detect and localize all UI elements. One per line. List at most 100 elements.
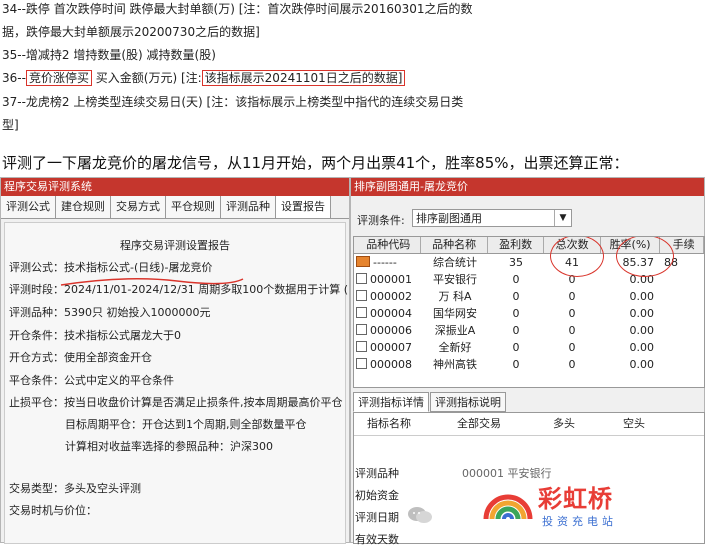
cell-rate: 0.00 (629, 307, 655, 320)
rainbow-logo-icon (483, 494, 533, 520)
cell-fee (660, 271, 704, 288)
line-36-mid: 买入金额(万元) [注: (91, 71, 202, 85)
report-line: 开仓方式：使用全部资金开仓 (9, 351, 152, 364)
brand-tagline: 投资充电站 (542, 515, 617, 528)
cell-win: 35 (509, 256, 523, 269)
cell-rate: 0.00 (629, 358, 655, 371)
text-line-35: 35--增减持2 增持数量(股) 减持数量(股) (2, 48, 216, 62)
tab-bar: 评测公式 建仓规则 交易方式 平仓规则 评测品种 设置报告 (1, 196, 349, 219)
cell-win: 0 (512, 273, 520, 286)
cell-total: 0 (568, 290, 576, 303)
table-row[interactable]: 000004 国华网安 0 0 0.00 (354, 305, 704, 322)
cell-rate: 0.00 (629, 341, 655, 354)
tab-trade-mode[interactable]: 交易方式 (111, 196, 166, 218)
brand-watermark: 彩虹桥 投资充电站 (480, 475, 700, 537)
report-line: 开仓条件：技术指标公式屠龙大于0 (9, 329, 181, 342)
highlight-box-note: 该指标展示20241101日之后的数据] (201, 70, 406, 86)
report-line: 目标周期平仓：开仓达到1个周期,则全部数量平仓 (65, 418, 307, 431)
chevron-down-icon[interactable]: ▼ (554, 210, 571, 226)
detail-row-label: 有效天数 (355, 533, 399, 546)
cell-fee (660, 339, 704, 356)
checkbox-icon[interactable] (356, 341, 367, 352)
tab-formula[interactable]: 评测公式 (1, 196, 56, 218)
condition-select[interactable]: 排序副图通用 ▼ (412, 209, 572, 227)
table-row[interactable]: 000002 万 科A 0 0 0.00 (354, 288, 704, 305)
detail-col-header: 指标名称 (367, 417, 411, 430)
cell-code: 000008 (370, 358, 412, 371)
cell-fee (660, 305, 704, 322)
report-line: 交易类型：多头及空头评测 (9, 482, 141, 495)
brand-name: 彩虹桥 (538, 485, 613, 513)
cell-code: 000007 (370, 341, 412, 354)
text-line-34: 34--跌停 首次跌停时间 跌停最大封单额(万) [注：首次跌停时间展示2016… (2, 2, 473, 16)
tab-indicator-description[interactable]: 评测指标说明 (430, 392, 506, 412)
tab-instruments[interactable]: 评测品种 (221, 196, 276, 218)
cell-name: 深振业A (434, 324, 476, 337)
col-header[interactable]: 品种名称 (421, 237, 488, 253)
checkbox-icon[interactable] (356, 273, 367, 284)
red-underline-annotation (60, 278, 244, 286)
cell-win: 0 (512, 341, 520, 354)
tab-close-rules[interactable]: 平仓规则 (166, 196, 221, 218)
table-row[interactable]: 000007 全新好 0 0 0.00 (354, 339, 704, 356)
evaluation-system-window: 程序交易评测系统 评测公式 建仓规则 交易方式 平仓规则 评测品种 设置报告 程… (0, 177, 350, 544)
table-row[interactable]: 000008 神州高铁 0 0 0.00 (354, 356, 704, 373)
checkbox-icon[interactable] (356, 358, 367, 369)
summary-icon (356, 256, 370, 267)
cell-code: 000006 (370, 324, 412, 337)
report-line: 平仓条件：公式中定义的平仓条件 (9, 374, 174, 387)
detail-row-label: 评测日期 (355, 511, 399, 524)
checkbox-icon[interactable] (356, 307, 367, 318)
cell-code: 000002 (370, 290, 412, 303)
cell-fee (660, 356, 704, 373)
results-table: 品种代码 品种名称 盈利数 总次数 胜率(%) 手续 ------ 综合统计 3… (353, 236, 705, 388)
report-panel: 程序交易评测设置报告 评测公式：技术指标公式-(日线)-屠龙竞价 评测时段：20… (4, 222, 348, 544)
text-line-34b: 据，跌停最大封单额展示20200730之后的数据] (2, 25, 260, 39)
window-title: 排序副图通用-屠龙竞价 (351, 178, 704, 196)
caption-text: 评测了一下屠龙竞价的屠龙信号，从11月开始，两个月出票41个，胜率85%，出票还… (2, 154, 629, 172)
tab-indicator-details[interactable]: 评测指标详情 (353, 392, 429, 412)
tab-report[interactable]: 设置报告 (276, 196, 331, 218)
checkbox-icon[interactable] (356, 324, 367, 335)
report-title: 程序交易评测设置报告 (120, 239, 230, 252)
table-row[interactable]: 000006 深振业A 0 0 0.00 (354, 322, 704, 339)
col-header[interactable]: 盈利数 (488, 237, 545, 253)
report-line: 交易时机与价位： (9, 504, 97, 517)
window-title: 程序交易评测系统 (1, 178, 349, 196)
cell-fee (660, 288, 704, 305)
cell-code: 000004 (370, 307, 412, 320)
col-header[interactable]: 品种代码 (354, 237, 422, 253)
cell-name: 平安银行 (433, 273, 477, 286)
bottom-tab-bar: 评测指标详情 评测指标说明 (353, 392, 507, 412)
cell-win: 0 (512, 358, 520, 371)
cell-win: 0 (512, 290, 520, 303)
cell-name: 综合统计 (433, 256, 477, 269)
report-line: 止损平仓：按当日收盘价计算是否满足止损条件,按本周期最高价平仓 (9, 396, 343, 409)
cell-rate: 0.00 (629, 290, 655, 303)
cell-name: 全新好 (438, 341, 472, 354)
report-line: 评测品种：5390只 初始投入1000000元 (9, 306, 211, 319)
cell-total: 0 (568, 324, 576, 337)
report-line: 计算相对收益率选择的参照品种：沪深300 (65, 440, 273, 453)
red-circle-annotation-rate (616, 237, 674, 277)
cell-win: 0 (512, 324, 520, 337)
wechat-icon (408, 507, 432, 523)
condition-label: 评测条件: (357, 214, 405, 227)
text-line-36: 36-- 竞价涨停买 买入金额(万元) [注: 该指标展示20241101日之后的数… (2, 70, 406, 86)
cell-name: 国华网安 (433, 307, 477, 320)
cell-code: 000001 (370, 273, 412, 286)
cell-total: 0 (568, 358, 576, 371)
text-line-37b: 型] (2, 118, 19, 132)
red-circle-annotation-total (550, 237, 604, 277)
cell-fee (660, 322, 704, 339)
detail-row-label: 评测品种 (355, 467, 399, 480)
cell-rate: 0.00 (629, 324, 655, 337)
condition-select-value: 排序副图通用 (416, 212, 482, 225)
checkbox-icon[interactable] (356, 290, 367, 301)
detail-header: 指标名称 全部交易 多头 空头 (354, 413, 704, 436)
cell-name: 万 科A (438, 290, 472, 303)
detail-col-header: 全部交易 (457, 417, 501, 430)
tab-open-rules[interactable]: 建仓规则 (56, 196, 111, 218)
detail-col-header: 多头 (553, 417, 575, 430)
highlight-box-indicator: 竞价涨停买 (25, 70, 92, 86)
